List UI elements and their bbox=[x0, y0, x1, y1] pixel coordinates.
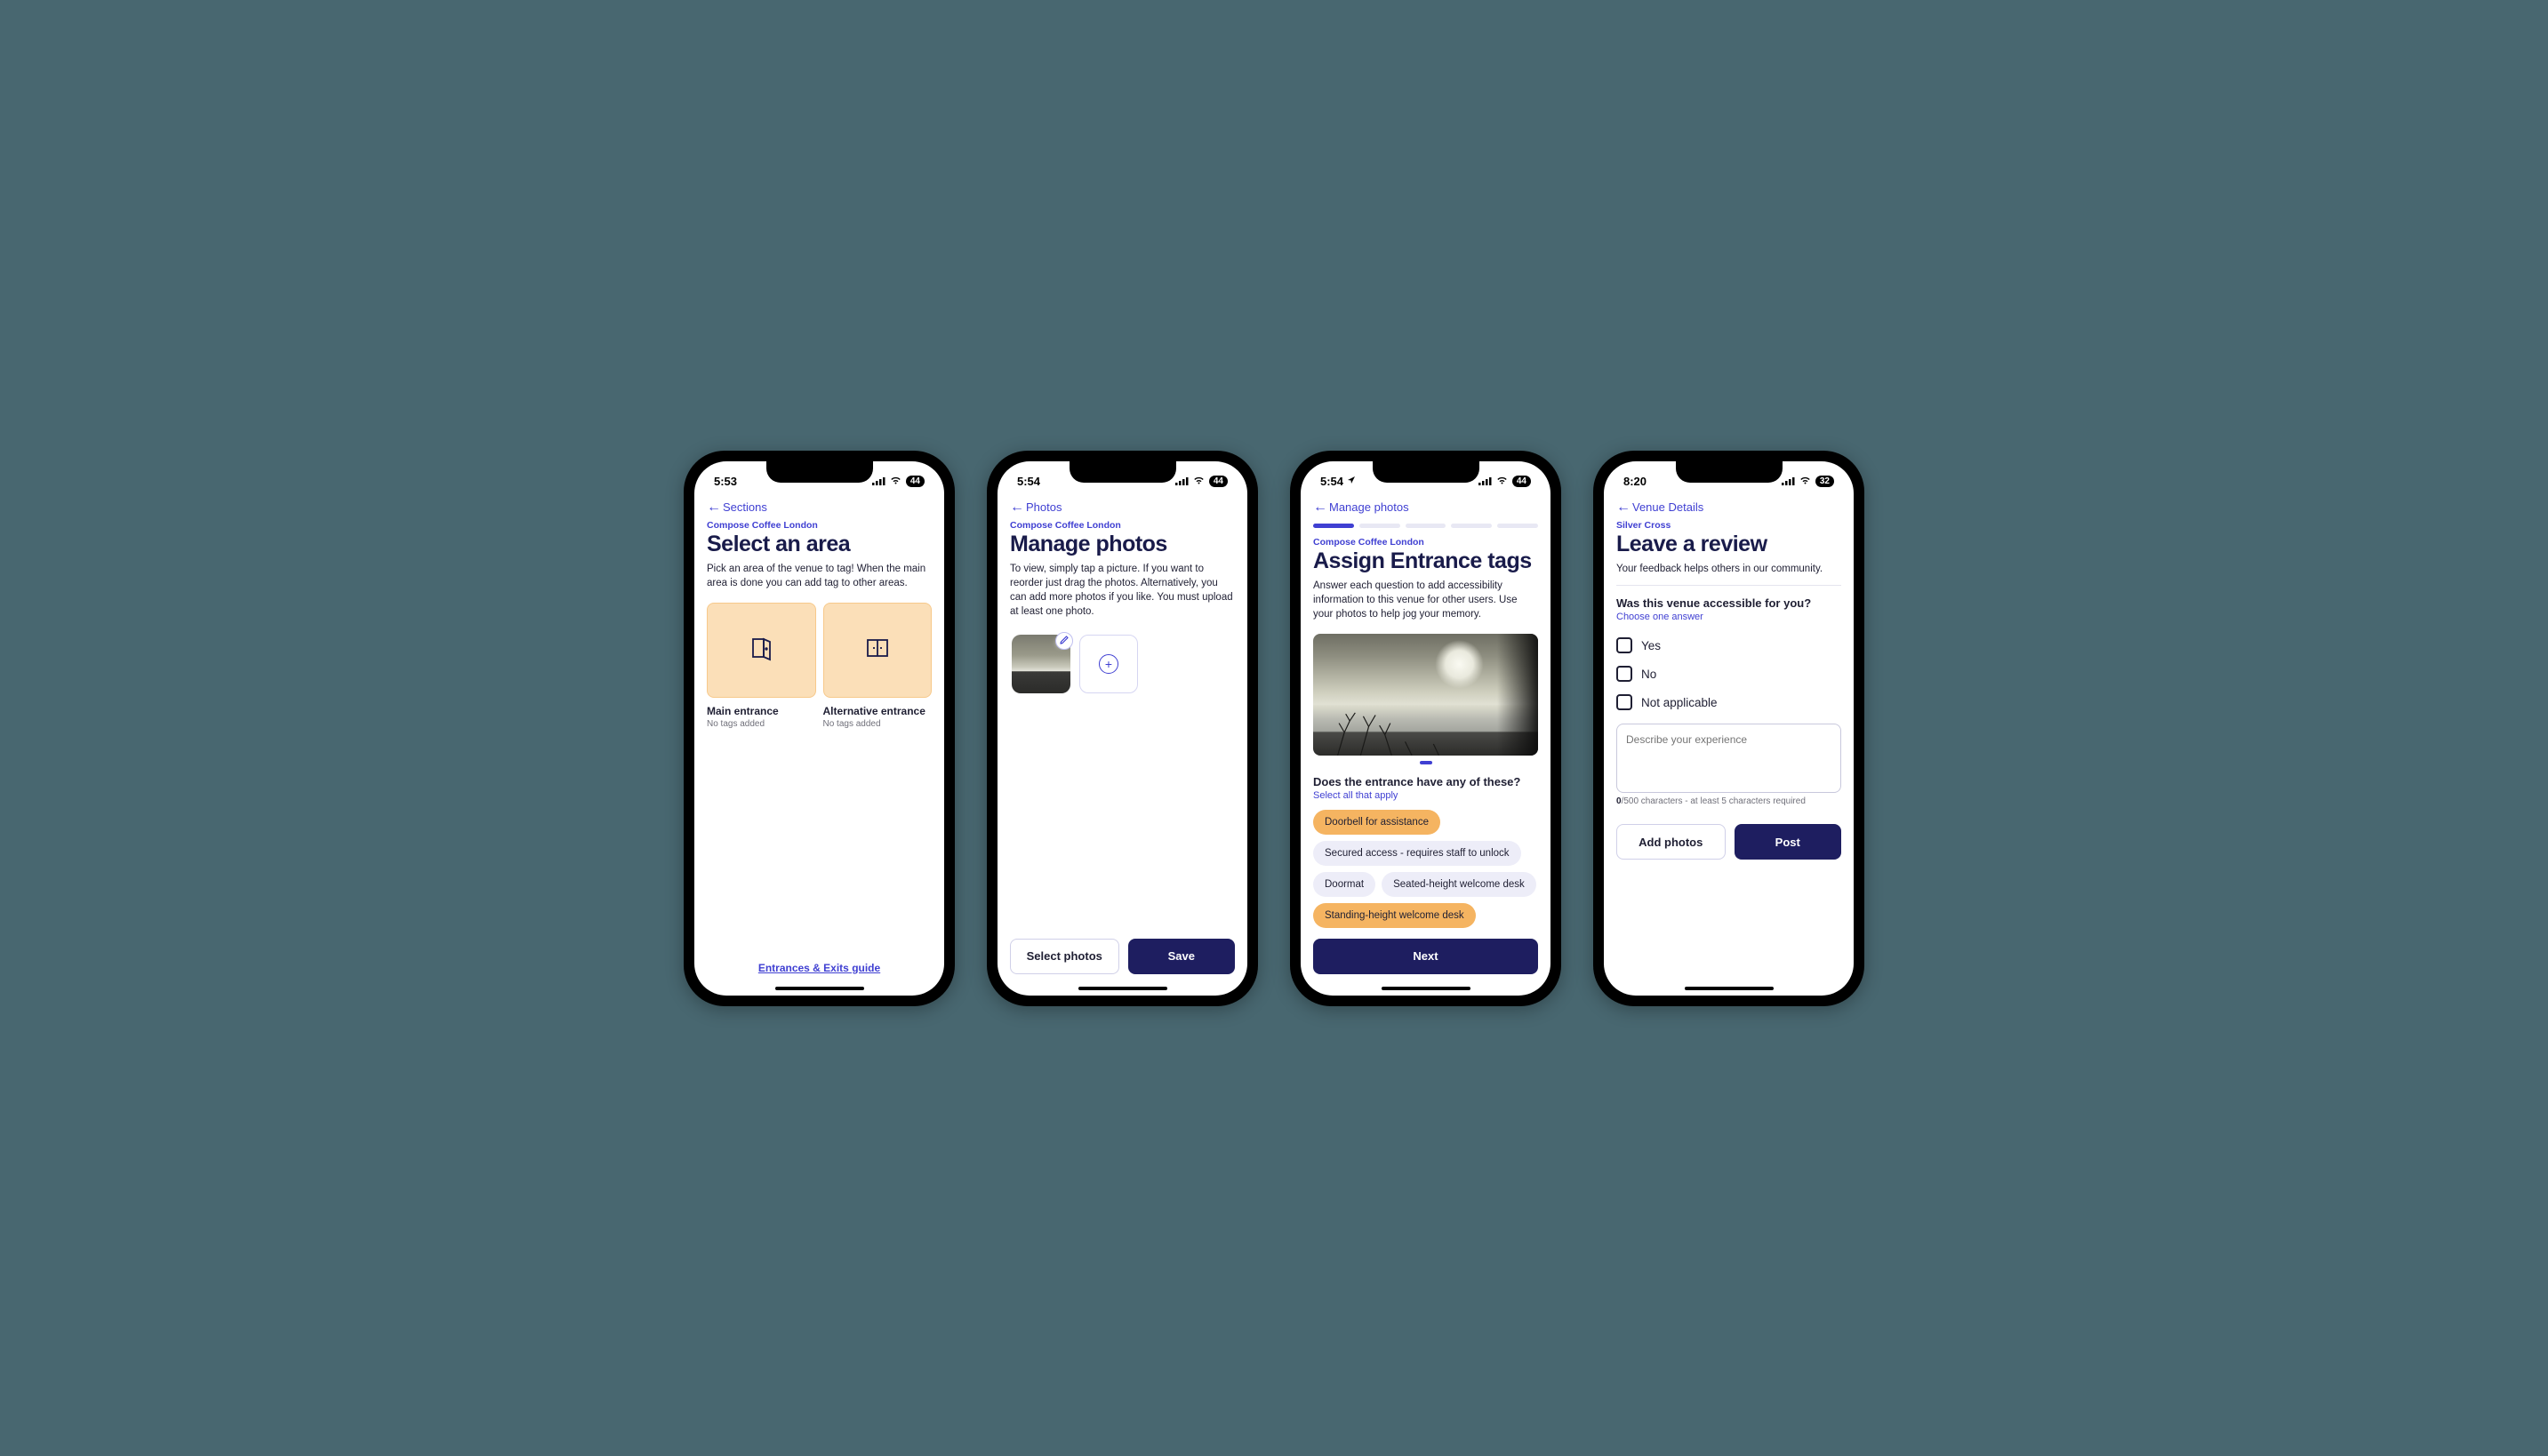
chip-standing-desk[interactable]: Standing-height welcome desk bbox=[1313, 903, 1476, 928]
area-tile-main-entrance[interactable] bbox=[707, 603, 816, 698]
chip-secured-access[interactable]: Secured access - requires staff to unloc… bbox=[1313, 841, 1521, 866]
breadcrumb: Compose Coffee London bbox=[1313, 537, 1538, 548]
wifi-icon bbox=[889, 475, 902, 488]
notch bbox=[1676, 461, 1783, 483]
chip-doormat[interactable]: Doormat bbox=[1313, 872, 1375, 897]
save-button[interactable]: Save bbox=[1128, 939, 1236, 974]
page-title: Manage photos bbox=[1010, 532, 1235, 557]
notch bbox=[766, 461, 873, 483]
breadcrumb: Compose Coffee London bbox=[1010, 520, 1235, 531]
door-double-icon bbox=[863, 634, 892, 667]
option-label: Yes bbox=[1641, 639, 1661, 652]
status-time: 5:53 bbox=[714, 475, 737, 488]
page-title: Assign Entrance tags bbox=[1313, 549, 1538, 574]
hero-photo[interactable] bbox=[1313, 634, 1538, 756]
back-arrow-icon: ← bbox=[1616, 500, 1631, 515]
page-subtitle: Pick an area of the venue to tag! When t… bbox=[707, 562, 932, 590]
signal-icon bbox=[872, 475, 885, 488]
post-button[interactable]: Post bbox=[1735, 824, 1842, 860]
wifi-icon bbox=[1799, 475, 1812, 488]
option-yes[interactable]: Yes bbox=[1616, 631, 1841, 660]
door-open-icon bbox=[747, 634, 775, 667]
home-indicator[interactable] bbox=[1078, 987, 1167, 990]
tile-sublabel: No tags added bbox=[823, 719, 933, 729]
option-label: Not applicable bbox=[1641, 696, 1718, 709]
progress-segment bbox=[1406, 524, 1446, 528]
status-time: 5:54 bbox=[1320, 475, 1343, 488]
character-count-note: 0/500 characters - at least 5 characters… bbox=[1616, 796, 1841, 806]
wifi-icon bbox=[1495, 475, 1509, 488]
phone-frame-4: 8:20 32 ← Venue Details Silver Cross Lea… bbox=[1593, 451, 1864, 1006]
instruction-label: Select all that apply bbox=[1313, 790, 1538, 801]
option-no[interactable]: No bbox=[1616, 660, 1841, 688]
add-photos-button[interactable]: Add photos bbox=[1616, 824, 1726, 860]
checkbox-icon bbox=[1616, 637, 1632, 653]
checkbox-icon bbox=[1616, 694, 1632, 710]
progress-segment bbox=[1313, 524, 1354, 528]
location-icon bbox=[1347, 476, 1356, 487]
next-button[interactable]: Next bbox=[1313, 939, 1538, 974]
tile-sublabel: No tags added bbox=[707, 719, 816, 729]
question-label: Was this venue accessible for you? bbox=[1616, 596, 1841, 610]
back-button[interactable]: ← Sections bbox=[694, 493, 944, 520]
page-subtitle: Answer each question to add accessibilit… bbox=[1313, 579, 1538, 621]
notch bbox=[1070, 461, 1176, 483]
home-indicator[interactable] bbox=[1382, 987, 1470, 990]
tile-label: Alternative entrance bbox=[823, 705, 933, 717]
page-subtitle: Your feedback helps others in our commun… bbox=[1616, 562, 1841, 576]
back-button[interactable]: ← Manage photos bbox=[1301, 493, 1550, 520]
divider bbox=[1616, 585, 1841, 586]
page-title: Select an area bbox=[707, 532, 932, 557]
pager-indicator bbox=[1420, 761, 1432, 764]
checkbox-icon bbox=[1616, 666, 1632, 682]
wifi-icon bbox=[1192, 475, 1206, 488]
phone-frame-1: 5:53 44 ← Sections Compose Coffee London… bbox=[684, 451, 955, 1006]
progress-segment bbox=[1497, 524, 1538, 528]
back-label: Venue Details bbox=[1632, 500, 1703, 514]
pencil-icon bbox=[1060, 635, 1070, 647]
option-label: No bbox=[1641, 668, 1656, 681]
status-time: 5:54 bbox=[1017, 475, 1040, 488]
battery-indicator: 44 bbox=[906, 476, 925, 487]
progress-segment bbox=[1359, 524, 1400, 528]
signal-icon bbox=[1478, 475, 1492, 488]
breadcrumb: Compose Coffee London bbox=[707, 520, 932, 531]
home-indicator[interactable] bbox=[775, 987, 864, 990]
back-button[interactable]: ← Photos bbox=[998, 493, 1247, 520]
notch bbox=[1373, 461, 1479, 483]
back-label: Manage photos bbox=[1329, 500, 1409, 514]
add-photo-button[interactable]: + bbox=[1079, 635, 1138, 693]
back-arrow-icon: ← bbox=[707, 500, 721, 515]
back-button[interactable]: ← Venue Details bbox=[1604, 493, 1854, 520]
option-not-applicable[interactable]: Not applicable bbox=[1616, 688, 1841, 716]
phone-frame-2: 5:54 44 ← Photos Compose Coffee London M… bbox=[987, 451, 1258, 1006]
signal-icon bbox=[1175, 475, 1189, 488]
plus-icon: + bbox=[1099, 654, 1118, 674]
back-arrow-icon: ← bbox=[1010, 500, 1024, 515]
back-label: Sections bbox=[723, 500, 767, 514]
phone-frame-3: 5:54 44 ← Manage photos Compose Coffee L… bbox=[1290, 451, 1561, 1006]
back-label: Photos bbox=[1026, 500, 1062, 514]
breadcrumb: Silver Cross bbox=[1616, 520, 1841, 531]
battery-indicator: 44 bbox=[1209, 476, 1228, 487]
progress-segment bbox=[1451, 524, 1492, 528]
area-tile-alternative-entrance[interactable] bbox=[823, 603, 933, 698]
edit-photo-button[interactable] bbox=[1055, 632, 1073, 650]
battery-indicator: 32 bbox=[1815, 476, 1834, 487]
progress-bar bbox=[1301, 520, 1550, 537]
status-time: 8:20 bbox=[1623, 475, 1647, 488]
chip-seated-desk[interactable]: Seated-height welcome desk bbox=[1382, 872, 1536, 897]
page-title: Leave a review bbox=[1616, 532, 1841, 557]
review-textarea[interactable] bbox=[1616, 724, 1841, 793]
home-indicator[interactable] bbox=[1685, 987, 1774, 990]
chip-doorbell[interactable]: Doorbell for assistance bbox=[1313, 810, 1440, 835]
back-arrow-icon: ← bbox=[1313, 500, 1327, 515]
select-photos-button[interactable]: Select photos bbox=[1010, 939, 1119, 974]
tile-label: Main entrance bbox=[707, 705, 816, 717]
page-subtitle: To view, simply tap a picture. If you wa… bbox=[1010, 562, 1235, 619]
instruction-label: Choose one answer bbox=[1616, 612, 1841, 622]
battery-indicator: 44 bbox=[1512, 476, 1531, 487]
signal-icon bbox=[1782, 475, 1795, 488]
question-label: Does the entrance have any of these? bbox=[1313, 775, 1538, 788]
